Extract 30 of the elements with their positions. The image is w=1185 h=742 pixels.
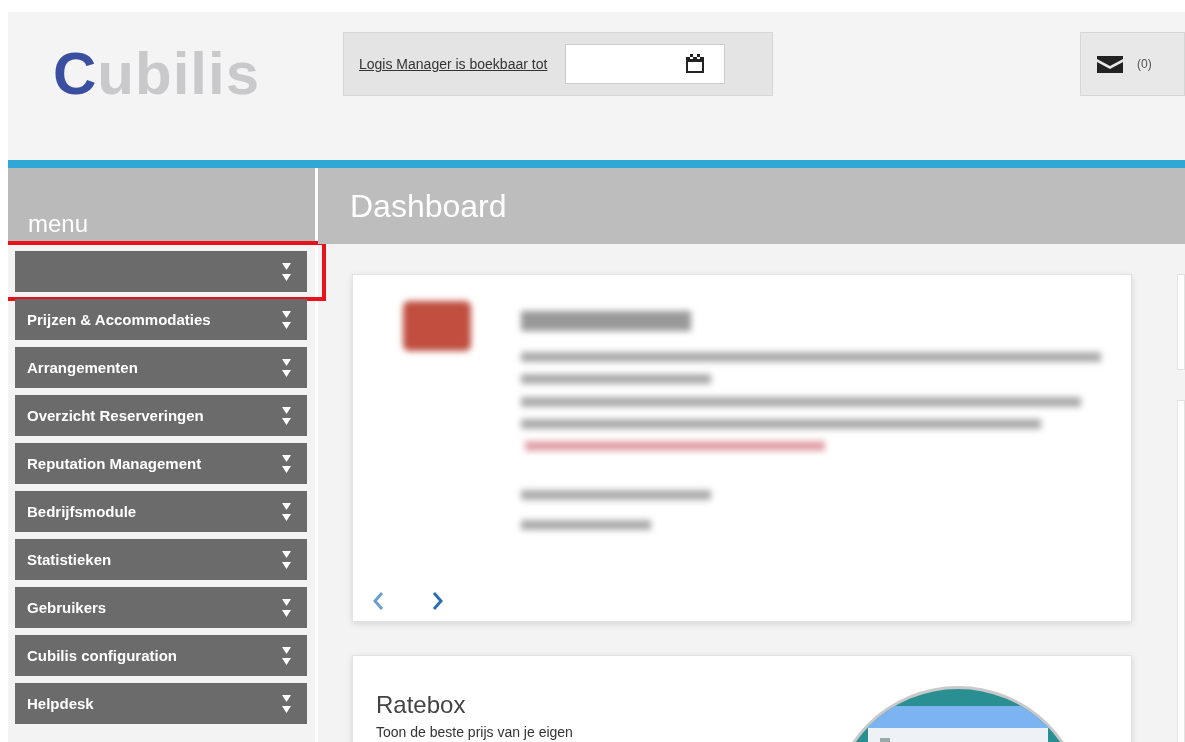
date-field[interactable] [565, 44, 726, 84]
previous-button[interactable] [371, 591, 385, 611]
menu-item[interactable]: Arrangementen [15, 347, 307, 388]
card-title: Ratebox [376, 691, 466, 719]
menu-item[interactable]: Bedrijfsmodule [15, 491, 307, 532]
page-title: Dashboard [318, 168, 1185, 244]
menu-item[interactable]: Prijzen & Accommodaties [15, 299, 307, 340]
chevron-down-icon [282, 356, 291, 379]
chevron-down-icon [282, 548, 291, 571]
menu-item[interactable]: Reputation Management [15, 443, 307, 484]
menu-item[interactable]: Statistieken [15, 539, 307, 580]
chevron-down-icon [282, 692, 291, 715]
menu-header: menu [8, 168, 315, 244]
chevron-down-icon [282, 308, 291, 331]
chevron-down-icon [282, 404, 291, 427]
booking-link[interactable]: Logis Manager is boekbaar tot [359, 56, 548, 72]
chevron-down-icon [282, 452, 291, 475]
chevron-down-icon [282, 500, 291, 523]
menu-item[interactable]: Overzicht Reserveringen [15, 395, 307, 436]
chevron-down-icon [282, 596, 291, 619]
messages-button[interactable]: (0) [1080, 32, 1185, 96]
card-text: Toon de beste prijs van je eigen [376, 724, 573, 740]
menu-item[interactable]: Cubilis configuration [15, 635, 307, 676]
chevron-down-icon [282, 644, 291, 667]
chevron-down-icon [282, 260, 291, 283]
mail-icon [1097, 55, 1123, 73]
menu-item[interactable]: Gebruikers [15, 587, 307, 628]
menu-item[interactable]: Helpdesk [15, 683, 307, 724]
next-button[interactable] [431, 591, 445, 611]
calendar-icon [684, 53, 707, 75]
